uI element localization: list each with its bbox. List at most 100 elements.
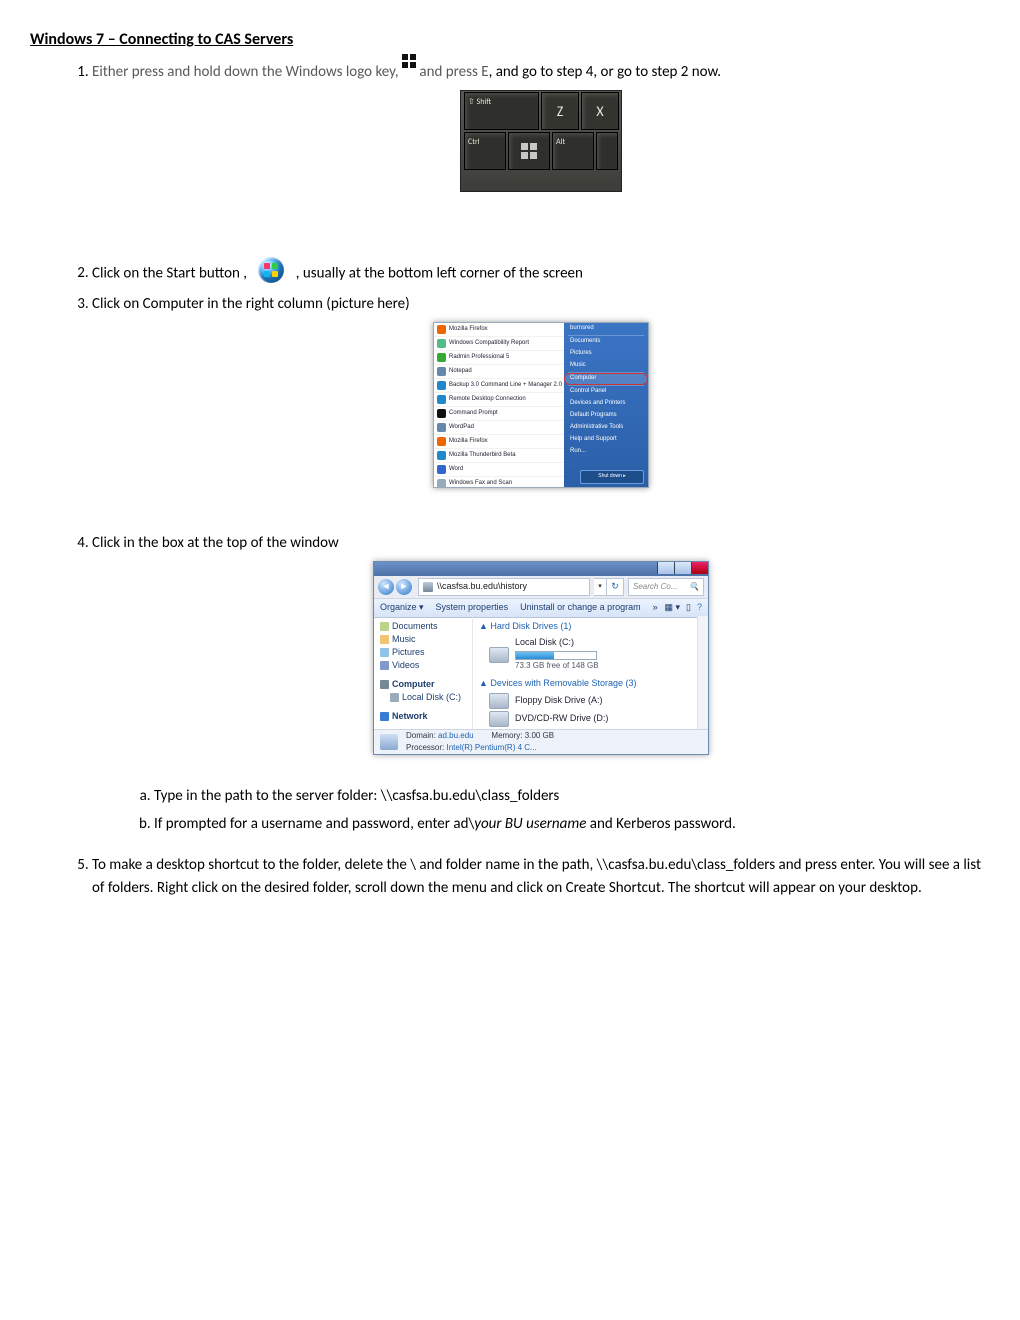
navpane-local-disk[interactable]: Local Disk (C:) [380, 691, 470, 704]
close-button[interactable] [691, 562, 708, 574]
navpane-network[interactable]: Network [380, 710, 470, 723]
start-orb-icon [258, 257, 284, 283]
start-menu-item-label: Mozilla Thunderbird Beta [449, 451, 516, 460]
disk-usage-bar [515, 651, 597, 660]
app-icon [437, 451, 446, 460]
start-menu-item-label: Mozilla Firefox [449, 325, 488, 334]
start-menu-item[interactable]: Mozilla Firefox [434, 435, 564, 449]
explorer-content: ▲ Hard Disk Drives (1) Local Disk (C:) 7… [473, 616, 708, 730]
step-4b-ital: your BU username [474, 815, 586, 833]
computer-icon [423, 582, 433, 592]
dvd-drive[interactable]: DVD/CD-RW Drive (D:) [489, 711, 702, 727]
step-1-text-c: , and go to step 4, or go to step 2 now. [489, 63, 722, 81]
explorer-nav-bar: ◄ ► \\casfsa.bu.edu\history ▾ ↻ Search C… [374, 576, 708, 599]
start-menu-right-item[interactable]: burnsred [564, 323, 648, 335]
library-label: Documents [392, 620, 438, 634]
domain-value: ad.bu.edu [438, 731, 474, 740]
start-menu-right-item[interactable]: Administrative Tools [564, 422, 648, 434]
start-menu-item[interactable]: WordPad [434, 421, 564, 435]
keyboard-photo: ⇧ Shift Z X Ctrl Alt [92, 90, 990, 200]
forward-button[interactable]: ► [396, 579, 412, 595]
scrollbar[interactable] [697, 616, 708, 730]
memory-label: Memory: [491, 731, 522, 740]
step-4a-pre: Type in the path to the server folder: [154, 787, 381, 805]
refresh-button[interactable]: ↻ [607, 578, 624, 596]
navpane-computer[interactable]: Computer [380, 678, 470, 691]
start-menu-right-item[interactable]: Pictures [564, 348, 648, 360]
start-menu-item[interactable]: Command Prompt [434, 407, 564, 421]
toolbar-more[interactable]: » [653, 601, 658, 615]
app-icon [437, 409, 446, 418]
shutdown-button[interactable]: Shut down ▸ [580, 470, 644, 484]
windows-logo-icon [402, 53, 416, 76]
step-4a-path: \\casfsa.bu.edu\class_folders [381, 787, 559, 805]
start-menu-item-label: Radmin Professional 5 [449, 353, 509, 362]
uninstall-button[interactable]: Uninstall or change a program [520, 601, 641, 615]
key-z: Z [541, 92, 579, 130]
organize-button[interactable]: Organize ▾ [380, 601, 424, 615]
system-properties-button[interactable]: System properties [436, 601, 509, 615]
hdd-group-header[interactable]: ▲ Hard Disk Drives (1) [479, 620, 702, 634]
start-menu-item[interactable]: Remote Desktop Connection [434, 393, 564, 407]
start-menu-right-item[interactable]: Control Panel [564, 386, 648, 398]
step-5: To make a desktop shortcut to the folder… [92, 854, 990, 901]
floppy-drive[interactable]: Floppy Disk Drive (A:) [489, 693, 702, 709]
start-menu-right-item[interactable]: Help and Support [564, 434, 648, 446]
app-icon [437, 339, 446, 348]
drive-icon [489, 647, 509, 663]
local-disk-c[interactable]: Local Disk (C:) 73.3 GB free of 148 GB [489, 636, 702, 672]
start-menu-item[interactable]: Word [434, 463, 564, 477]
start-menu-right-item[interactable]: Devices and Printers [564, 398, 648, 410]
start-menu-right-item[interactable]: Default Programs [564, 410, 648, 422]
navpane-library[interactable]: Videos [380, 659, 470, 672]
start-menu-item-label: Command Prompt [449, 409, 498, 418]
start-menu-right-item[interactable]: Documents [564, 336, 648, 348]
library-label: Pictures [392, 646, 425, 660]
library-icon [380, 622, 389, 631]
app-icon [437, 437, 446, 446]
step-list: Either press and hold down the Windows l… [30, 61, 990, 900]
start-menu-right-item[interactable]: Music [564, 360, 648, 372]
maximize-button[interactable] [674, 562, 691, 574]
start-menu-item[interactable]: Mozilla Firefox [434, 323, 564, 337]
dvd-label: DVD/CD-RW Drive (D:) [515, 712, 608, 726]
start-menu-item-label: Backup 3.0 Command Line + Manager 2.0 [449, 381, 562, 390]
start-menu-computer[interactable]: Computer [564, 373, 648, 385]
local-disk-label: Local Disk (C:) [402, 691, 461, 705]
dvd-icon [489, 711, 509, 727]
view-button[interactable]: ▦ ▾ [665, 601, 681, 615]
library-label: Music [392, 633, 416, 647]
navpane-library[interactable]: Documents [380, 620, 470, 633]
removable-group-header[interactable]: ▲ Devices with Removable Storage (3) [479, 677, 702, 691]
address-bar[interactable]: \\casfsa.bu.edu\history [418, 578, 590, 596]
navpane-library[interactable]: Pictures [380, 646, 470, 659]
network-label: Network [392, 710, 428, 724]
explorer-search[interactable]: Search Co... 🔍 [628, 578, 704, 596]
minimize-button[interactable] [657, 562, 674, 574]
step-4a: Type in the path to the server folder: \… [154, 785, 990, 808]
explorer-screenshot: ◄ ► \\casfsa.bu.edu\history ▾ ↻ Search C… [92, 561, 990, 755]
start-menu-item-label: Remote Desktop Connection [449, 395, 526, 404]
start-menu-item[interactable]: Backup 3.0 Command Line + Manager 2.0 [434, 379, 564, 393]
start-menu-item[interactable]: Windows Fax and Scan [434, 477, 564, 487]
step-2: Click on the Start button , , usually at… [92, 261, 990, 287]
floppy-label: Floppy Disk Drive (A:) [515, 694, 603, 708]
start-menu-right-item[interactable]: Run... [564, 446, 648, 458]
step-1: Either press and hold down the Windows l… [92, 61, 990, 201]
window-titlebar [374, 562, 708, 576]
address-dropdown[interactable]: ▾ [594, 578, 607, 596]
back-button[interactable]: ◄ [378, 579, 394, 595]
start-menu-item[interactable]: Notepad [434, 365, 564, 379]
start-menu-item[interactable]: Radmin Professional 5 [434, 351, 564, 365]
computer-label: Computer [392, 678, 435, 692]
step-4b-pre: If prompted for a username and password,… [154, 815, 474, 833]
explorer-nav-pane: DocumentsMusicPicturesVideos Computer Lo… [374, 616, 473, 730]
help-button[interactable]: ? [697, 601, 702, 615]
start-menu-item[interactable]: Windows Compatibility Report [434, 337, 564, 351]
library-icon [380, 635, 389, 644]
preview-pane-button[interactable]: ▯ [686, 601, 691, 615]
processor-value: Intel(R) Pentium(R) 4 C... [446, 743, 536, 752]
navpane-library[interactable]: Music [380, 633, 470, 646]
key-windows [508, 132, 550, 170]
start-menu-item[interactable]: Mozilla Thunderbird Beta [434, 449, 564, 463]
